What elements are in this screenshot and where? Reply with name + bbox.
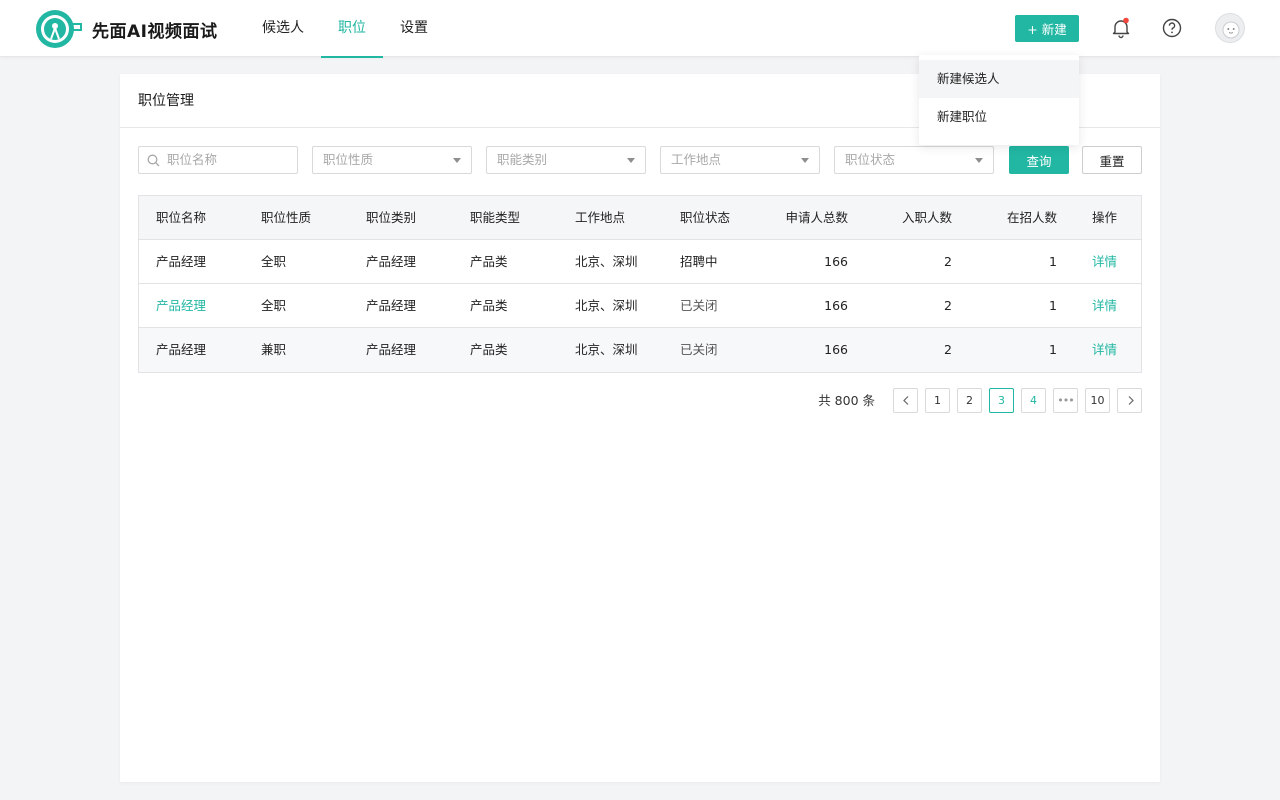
cell-position-name: 产品经理	[156, 254, 207, 269]
cell-applicants: 166	[824, 298, 848, 313]
reset-button[interactable]: 重置	[1082, 146, 1142, 174]
brand-name: 先面AI视频面试	[92, 22, 218, 42]
cell-position-name: 产品经理	[156, 342, 207, 357]
page-button-4[interactable]: 4	[1021, 388, 1046, 413]
column-header: 职位类别	[366, 210, 417, 225]
select-label: 工作地点	[671, 152, 722, 167]
help-icon[interactable]	[1161, 17, 1183, 39]
new-dropdown-menu: 新建候选人 新建职位	[919, 55, 1079, 145]
next-page-button[interactable]	[1117, 388, 1142, 413]
cell-status: 招聘中	[680, 254, 718, 269]
select-work-location[interactable]: 工作地点	[660, 146, 820, 174]
cell-position-nature: 兼职	[261, 342, 287, 357]
cell-function-type: 产品类	[470, 342, 508, 357]
cell-position-category: 产品经理	[366, 254, 417, 269]
select-function-category[interactable]: 职能类别	[486, 146, 646, 174]
cell-function-type: 产品类	[470, 254, 508, 269]
logo-icon[interactable]	[35, 8, 85, 50]
cell-recruiting: 1	[1049, 342, 1057, 357]
caret-down-icon	[975, 158, 983, 163]
details-link[interactable]: 详情	[1092, 284, 1117, 327]
prev-page-button[interactable]	[893, 388, 918, 413]
column-header: 入职人数	[901, 210, 952, 225]
search-icon	[147, 154, 160, 167]
chevron-left-icon	[903, 396, 909, 405]
cell-function-type: 产品类	[470, 298, 508, 313]
position-management-card: 职位管理 职位名称 职位性质 职能类别 工作地点 职位状态 查询 重置 职位名称…	[120, 74, 1160, 782]
caret-down-icon	[801, 158, 809, 163]
avatar[interactable]	[1215, 13, 1245, 43]
cell-work-location: 北京、深圳	[575, 342, 638, 357]
cell-position-nature: 全职	[261, 254, 287, 269]
column-header: 工作地点	[575, 210, 626, 225]
cell-recruiting: 1	[1049, 254, 1057, 269]
main-nav: 候选人 职位 设置	[245, 0, 445, 58]
cell-recruiting: 1	[1049, 298, 1057, 313]
table-header-row: 职位名称 职位性质 职位类别 职能类型 工作地点 职位状态 申请人总数 入职人数…	[139, 196, 1141, 240]
select-label: 职能类别	[497, 152, 548, 167]
cell-hired: 2	[944, 298, 952, 313]
cell-position-category: 产品经理	[366, 298, 417, 313]
cell-position-nature: 全职	[261, 298, 287, 313]
cell-work-location: 北京、深圳	[575, 298, 638, 313]
column-header: 职位名称	[156, 210, 207, 225]
positions-table: 职位名称 职位性质 职位类别 职能类型 工作地点 职位状态 申请人总数 入职人数…	[138, 195, 1142, 373]
total-count: 共 800 条	[818, 393, 875, 408]
query-button[interactable]: 查询	[1009, 146, 1069, 174]
column-header: 职位性质	[261, 210, 312, 225]
nav-item-settings[interactable]: 设置	[383, 0, 445, 57]
menu-item-new-position[interactable]: 新建职位	[919, 98, 1079, 136]
page-button-10[interactable]: 10	[1085, 388, 1110, 413]
cell-position-name[interactable]: 产品经理	[156, 284, 206, 327]
column-header: 操作	[1092, 210, 1118, 225]
table-row[interactable]: 产品经理 兼职 产品经理 产品类 北京、深圳 已关闭 166 2 1 详情	[139, 328, 1141, 372]
pagination: 共 800 条 1 2 3 4 ••• 10	[120, 388, 1160, 414]
page-ellipsis[interactable]: •••	[1053, 388, 1078, 413]
nav-item-positions[interactable]: 职位	[321, 0, 383, 58]
page-button-3-current[interactable]: 3	[989, 388, 1014, 413]
nav-item-candidates[interactable]: 候选人	[245, 0, 321, 57]
search-placeholder: 职位名称	[167, 152, 218, 167]
search-input[interactable]: 职位名称	[138, 146, 298, 174]
cell-hired: 2	[944, 342, 952, 357]
page-button-1[interactable]: 1	[925, 388, 950, 413]
column-header: 职能类型	[470, 210, 521, 225]
cell-applicants: 166	[824, 342, 848, 357]
new-button[interactable]: + 新建	[1015, 15, 1079, 42]
caret-down-icon	[627, 158, 635, 163]
select-position-nature[interactable]: 职位性质	[312, 146, 472, 174]
select-label: 职位性质	[323, 152, 374, 167]
cell-position-category: 产品经理	[366, 342, 417, 357]
table-row[interactable]: 产品经理 全职 产品经理 产品类 北京、深圳 已关闭 166 2 1 详情	[139, 284, 1141, 328]
column-header: 职位状态	[680, 210, 731, 225]
cell-status: 已关闭	[680, 298, 718, 313]
top-header: 先面AI视频面试 候选人 职位 设置 + 新建	[0, 0, 1280, 58]
caret-down-icon	[453, 158, 461, 163]
chevron-right-icon	[1128, 396, 1134, 405]
cell-work-location: 北京、深圳	[575, 254, 638, 269]
column-header: 申请人总数	[785, 210, 848, 225]
cell-applicants: 166	[824, 254, 848, 269]
user-avatar-icon	[1222, 21, 1240, 39]
details-link[interactable]: 详情	[1092, 328, 1117, 371]
cell-status: 已关闭	[680, 342, 718, 357]
cell-hired: 2	[944, 254, 952, 269]
select-label: 职位状态	[845, 152, 896, 167]
bell-icon[interactable]	[1110, 17, 1132, 39]
table-row[interactable]: 产品经理 全职 产品经理 产品类 北京、深圳 招聘中 166 2 1 详情	[139, 240, 1141, 284]
column-header: 在招人数	[1006, 210, 1057, 225]
select-position-status[interactable]: 职位状态	[834, 146, 994, 174]
details-link[interactable]: 详情	[1092, 240, 1117, 283]
menu-item-new-candidate[interactable]: 新建候选人	[919, 60, 1079, 98]
page-button-2[interactable]: 2	[957, 388, 982, 413]
